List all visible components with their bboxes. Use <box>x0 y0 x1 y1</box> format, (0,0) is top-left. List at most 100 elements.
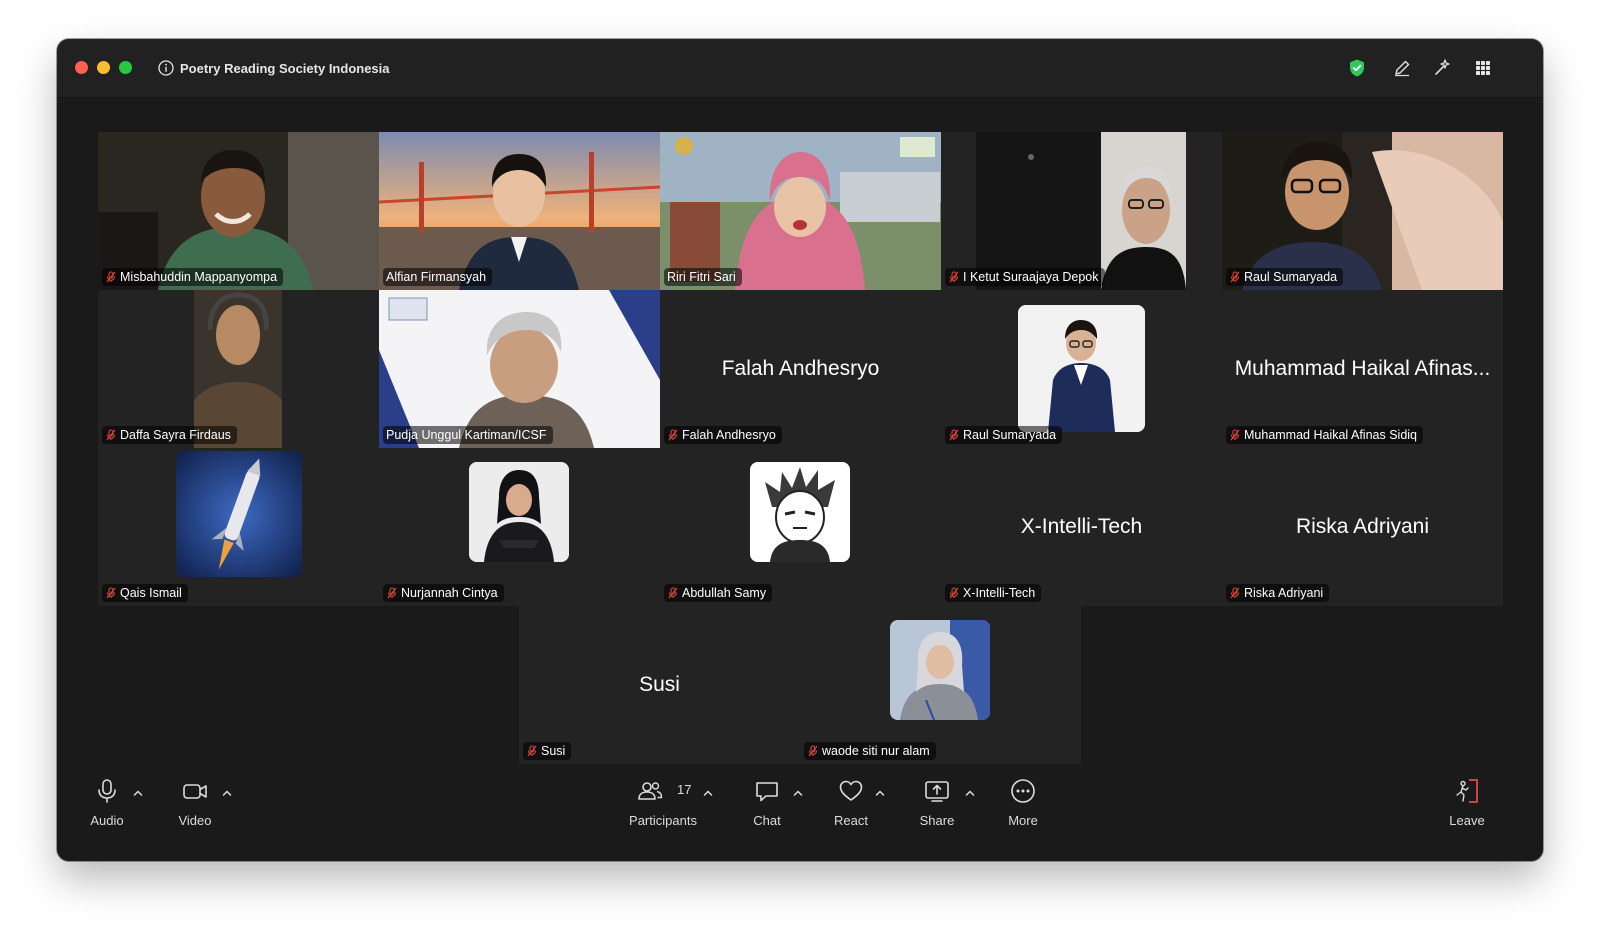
participant-avatar <box>469 462 569 562</box>
muted-mic-icon <box>949 587 959 599</box>
participant-tile[interactable]: Nurjannah Cintya <box>379 448 660 606</box>
audio-button[interactable]: Audio <box>87 777 127 843</box>
chat-options-chevron-icon[interactable] <box>792 787 804 799</box>
muted-mic-icon <box>1230 587 1240 599</box>
apps-grid-icon[interactable] <box>1473 58 1493 78</box>
participant-name-label: Alfian Firmansyah <box>383 268 493 286</box>
muted-mic-icon <box>949 271 959 283</box>
participant-display-name: Susi <box>639 673 680 696</box>
participant-tile[interactable]: Pudja Unggul Kartiman/ICSF <box>379 290 660 448</box>
meeting-toolbar: Audio Video Participants 17 Chat React S… <box>57 765 1543 861</box>
leave-door-icon <box>1456 779 1478 803</box>
leave-button[interactable]: Leave <box>1447 777 1487 843</box>
share-options-chevron-icon[interactable] <box>964 787 976 799</box>
meeting-info[interactable]: Poetry Reading Society Indonesia <box>158 58 390 78</box>
participant-tile[interactable]: Raul Sumaryada <box>1222 132 1503 290</box>
participant-name-label: Susi <box>523 742 572 760</box>
react-button[interactable]: React <box>831 777 871 843</box>
meeting-title: Poetry Reading Society Indonesia <box>180 60 390 76</box>
muted-mic-icon <box>949 429 959 441</box>
participants-button[interactable]: Participants 17 <box>623 777 703 843</box>
participant-name-label: Riska Adriyani <box>1226 584 1330 602</box>
video-feed <box>941 132 1222 290</box>
participant-tile[interactable]: Susi Susi <box>519 606 800 764</box>
participant-name-label: I Ketut Suraajaya Depok <box>945 268 1105 286</box>
security-shield-icon[interactable] <box>1347 58 1367 78</box>
participant-name: Falah Andhesryo <box>682 428 776 442</box>
muted-mic-icon <box>668 429 678 441</box>
participant-tile[interactable]: Falah Andhesryo Falah Andhesryo <box>660 290 941 448</box>
chat-label: Chat <box>753 813 781 828</box>
participant-tile[interactable]: X-Intelli-Tech X-Intelli-Tech <box>941 448 1222 606</box>
participant-display-name: Riska Adriyani <box>1295 515 1430 538</box>
participant-name-label: Riri Fitri Sari <box>664 268 742 286</box>
video-feed <box>98 290 379 448</box>
muted-mic-icon <box>387 587 397 599</box>
participant-tile[interactable]: waode siti nur alam <box>800 606 1081 764</box>
video-feed <box>98 132 379 290</box>
video-options-chevron-icon[interactable] <box>221 787 233 799</box>
participant-tile[interactable]: I Ketut Suraajaya Depok <box>941 132 1222 290</box>
participant-name-label: Falah Andhesryo <box>664 426 782 444</box>
chat-bubble-icon <box>756 782 778 802</box>
participant-name-label: Raul Sumaryada <box>945 426 1063 444</box>
participant-name: Pudja Unggul Kartiman/ICSF <box>386 428 547 442</box>
participant-name: Misbahuddin Mappanyompa <box>120 270 278 284</box>
participant-name: Susi <box>541 744 566 758</box>
participant-tile[interactable]: Qais Ismail <box>98 448 379 606</box>
participant-tile[interactable]: Alfian Firmansyah <box>379 132 660 290</box>
participant-tile[interactable]: Daffa Sayra Firdaus <box>98 290 379 448</box>
heart-icon <box>839 780 863 801</box>
muted-mic-icon <box>668 587 678 599</box>
participant-tile[interactable]: Abdullah Samy <box>660 448 941 606</box>
more-dots-icon <box>1011 779 1035 803</box>
participant-name: waode siti nur alam <box>822 744 930 758</box>
participant-tile[interactable]: Raul Sumaryada <box>941 290 1222 448</box>
camera-icon <box>183 784 207 799</box>
participant-name-label: Raul Sumaryada <box>1226 268 1344 286</box>
participant-name-label: Daffa Sayra Firdaus <box>102 426 237 444</box>
muted-mic-icon <box>1230 271 1240 283</box>
video-button[interactable]: Video <box>175 777 215 843</box>
participant-name-label: Pudja Unggul Kartiman/ICSF <box>383 426 553 444</box>
muted-mic-icon <box>527 745 537 757</box>
more-label: More <box>1008 813 1038 828</box>
zoom-window-button[interactable] <box>119 61 132 74</box>
participant-name: Daffa Sayra Firdaus <box>120 428 231 442</box>
participant-avatar <box>750 462 850 562</box>
participant-tile[interactable]: Muhammad Haikal Afinas... Muhammad Haika… <box>1222 290 1503 448</box>
video-label: Video <box>178 813 212 828</box>
participant-tile[interactable]: Misbahuddin Mappanyompa <box>98 132 379 290</box>
microphone-icon <box>98 779 116 803</box>
react-options-chevron-icon[interactable] <box>874 787 886 799</box>
participant-count: 17 <box>677 782 692 797</box>
minimize-window-button[interactable] <box>97 61 110 74</box>
participant-name: Alfian Firmansyah <box>386 270 487 284</box>
info-icon <box>158 60 174 76</box>
muted-mic-icon <box>106 429 116 441</box>
participant-name: Riri Fitri Sari <box>667 270 736 284</box>
audio-label: Audio <box>90 813 124 828</box>
participant-name: Nurjannah Cintya <box>401 586 498 600</box>
close-window-button[interactable] <box>75 61 88 74</box>
participant-avatar <box>1018 305 1145 432</box>
participant-name-label: X-Intelli-Tech <box>945 584 1042 602</box>
participant-tile[interactable]: Riska Adriyani Riska Adriyani <box>1222 448 1503 606</box>
participant-name-label: Qais Ismail <box>102 584 188 602</box>
react-label: React <box>834 813 868 828</box>
participants-options-chevron-icon[interactable] <box>702 787 714 799</box>
sparkle-icon[interactable] <box>1432 58 1452 78</box>
chat-button[interactable]: Chat <box>747 777 787 843</box>
video-feed <box>379 132 660 290</box>
pencil-icon[interactable] <box>1392 58 1412 78</box>
participant-name-label: Misbahuddin Mappanyompa <box>102 268 284 286</box>
video-feed <box>660 132 941 290</box>
participants-label: Participants <box>629 813 697 828</box>
muted-mic-icon <box>106 271 116 283</box>
more-button[interactable]: More <box>1003 777 1043 843</box>
audio-options-chevron-icon[interactable] <box>132 787 144 799</box>
participant-tile[interactable]: Riri Fitri Sari <box>660 132 941 290</box>
share-button[interactable]: Share <box>917 777 957 843</box>
participant-name: I Ketut Suraajaya Depok <box>963 270 1099 284</box>
people-icon <box>638 782 663 800</box>
